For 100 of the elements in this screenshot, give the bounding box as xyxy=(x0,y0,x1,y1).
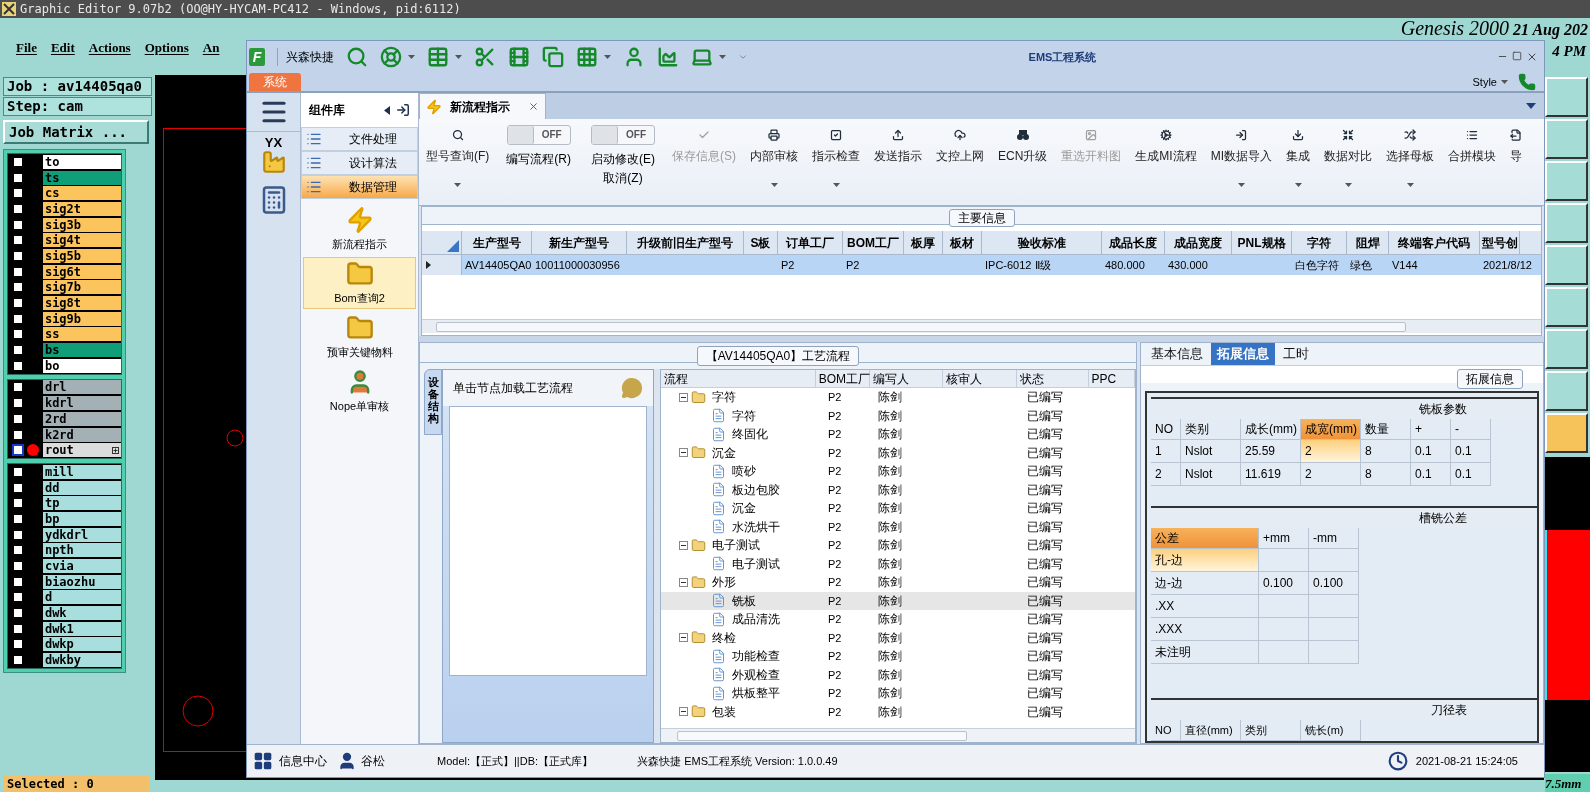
menu-item[interactable]: An xyxy=(202,37,220,58)
layer-name[interactable]: kdrl xyxy=(42,396,121,411)
tool-button[interactable] xyxy=(1545,77,1588,117)
column-header[interactable]: 类别 xyxy=(1241,720,1301,741)
layer-checkbox[interactable] xyxy=(12,412,24,425)
toggle-switch[interactable]: OFF xyxy=(506,125,571,145)
layer-name[interactable]: bp xyxy=(42,511,121,526)
layer-name[interactable]: dwkp xyxy=(42,637,121,652)
collapse-left-icon[interactable] xyxy=(384,105,390,115)
layer-checkbox[interactable] xyxy=(12,654,24,667)
close-icon[interactable] xyxy=(1526,51,1538,63)
vertical-tab[interactable]: 设备结构 xyxy=(424,369,442,436)
scissors-icon[interactable] xyxy=(474,46,496,68)
film-icon[interactable] xyxy=(508,46,530,68)
caret-icon[interactable] xyxy=(1344,183,1352,187)
info-center-link[interactable]: 信息中心 xyxy=(279,752,327,770)
tool-button[interactable] xyxy=(1545,413,1588,453)
caret-icon[interactable] xyxy=(1501,80,1508,84)
layer-name[interactable]: mill xyxy=(42,464,121,479)
layer-name[interactable]: dwk xyxy=(42,606,121,621)
collapse-icon[interactable] xyxy=(679,707,688,717)
column-header[interactable]: 升级前旧生产型号 xyxy=(627,231,744,254)
laptop-icon[interactable] xyxy=(691,46,713,68)
layer-name[interactable]: sig9b xyxy=(42,311,121,326)
column-header[interactable]: 板厚 xyxy=(904,231,943,254)
horizontal-scrollbar[interactable] xyxy=(661,728,1135,742)
caret-icon[interactable] xyxy=(408,55,415,59)
layer-name[interactable]: rout xyxy=(42,443,121,458)
tool-button[interactable] xyxy=(1545,371,1588,411)
layer-name[interactable]: tp xyxy=(42,496,121,511)
column-header[interactable]: 验收标准 xyxy=(982,231,1102,254)
library-item[interactable]: Nope单审核 xyxy=(303,365,416,417)
layer-checkbox[interactable] xyxy=(12,265,24,278)
layer-checkbox[interactable] xyxy=(12,234,24,247)
column-header[interactable]: 公差 xyxy=(1151,528,1259,549)
layer-name[interactable]: sig2t xyxy=(42,201,121,216)
layer-checkbox[interactable] xyxy=(12,359,24,372)
layer-checkbox[interactable] xyxy=(12,344,24,357)
layer-name[interactable]: bo xyxy=(42,358,121,373)
layer-name[interactable]: sig6t xyxy=(42,264,121,279)
column-header[interactable]: 数量 xyxy=(1361,419,1411,440)
maximize-icon[interactable] xyxy=(1512,51,1522,61)
select-all-corner-icon[interactable] xyxy=(447,240,459,252)
column-header[interactable]: NO xyxy=(1151,419,1181,440)
caret-icon[interactable] xyxy=(832,183,840,187)
column-header[interactable]: 型号创 xyxy=(1480,231,1520,254)
tab[interactable]: 拓展信息 xyxy=(1211,343,1275,365)
tab[interactable]: 基本信息 xyxy=(1145,343,1209,365)
caret-icon[interactable] xyxy=(1294,183,1302,187)
layer-checkbox[interactable] xyxy=(12,481,24,494)
layer-checkbox[interactable] xyxy=(12,218,24,231)
menu-item[interactable]: Actions xyxy=(88,37,131,58)
caret-icon[interactable] xyxy=(719,55,726,59)
style-menu[interactable]: Style xyxy=(1472,73,1497,91)
layer-name[interactable]: biaozhu xyxy=(42,574,121,589)
caret-icon[interactable] xyxy=(1237,183,1245,187)
dock-icon[interactable] xyxy=(396,103,410,117)
library-item[interactable]: 新流程指示 xyxy=(303,203,416,255)
layer-checkbox[interactable] xyxy=(12,171,24,184)
collapse-icon[interactable] xyxy=(679,633,688,643)
collapse-icon[interactable] xyxy=(679,577,688,587)
column-header[interactable]: 板材 xyxy=(943,231,982,254)
column-header[interactable]: + xyxy=(1411,419,1451,440)
library-item[interactable]: 预审关键物料 xyxy=(303,311,416,363)
table-icon[interactable] xyxy=(427,46,449,68)
horizontal-scrollbar[interactable] xyxy=(422,319,1541,333)
toolbar-button[interactable]: 导 xyxy=(1503,119,1530,195)
layer-checkbox[interactable] xyxy=(12,187,24,200)
collapse-icon[interactable] xyxy=(679,392,688,402)
column-header[interactable]: NO xyxy=(1151,720,1181,741)
layer-name[interactable]: cvia xyxy=(42,559,121,574)
layer-checkbox[interactable] xyxy=(12,397,24,410)
cancel-button[interactable]: 取消(Z) xyxy=(603,169,643,187)
tool-button[interactable] xyxy=(1545,245,1588,285)
layer-checkbox[interactable] xyxy=(12,328,24,341)
layer-checkbox[interactable] xyxy=(12,312,24,325)
tool-button[interactable] xyxy=(1545,203,1588,243)
library-group[interactable]: 数据管理 xyxy=(301,175,418,199)
tool-button[interactable] xyxy=(1545,329,1588,369)
layer-name[interactable]: drl xyxy=(42,380,121,395)
column-header[interactable]: 编写人 xyxy=(869,370,943,387)
column-header[interactable]: 生产型号 xyxy=(462,231,532,254)
tool-button[interactable] xyxy=(1545,287,1588,327)
column-header[interactable]: 状态 xyxy=(1016,370,1089,387)
document-tab[interactable]: 新流程指示 xyxy=(419,93,546,119)
layer-name[interactable]: sig7b xyxy=(42,280,121,295)
layer-name[interactable]: sig5b xyxy=(42,248,121,263)
grid-icon[interactable] xyxy=(253,751,273,771)
column-header[interactable]: 类别 xyxy=(1181,419,1241,440)
column-header[interactable]: 新生产型号 xyxy=(532,231,627,254)
factory-logo-text[interactable]: YX xyxy=(264,136,283,149)
tab[interactable]: 工时 xyxy=(1277,343,1315,365)
toolbar-button[interactable]: 集成 xyxy=(1279,119,1318,195)
toolbar-button[interactable]: 内部审核 xyxy=(743,119,805,195)
library-group[interactable]: 设计算法 xyxy=(301,151,418,175)
caret-icon[interactable] xyxy=(604,55,611,59)
layer-name[interactable]: cs xyxy=(42,186,121,201)
column-header[interactable]: PPC xyxy=(1088,370,1135,387)
column-header[interactable]: 成品宽度 xyxy=(1165,231,1232,254)
layer-checkbox[interactable] xyxy=(12,622,24,635)
